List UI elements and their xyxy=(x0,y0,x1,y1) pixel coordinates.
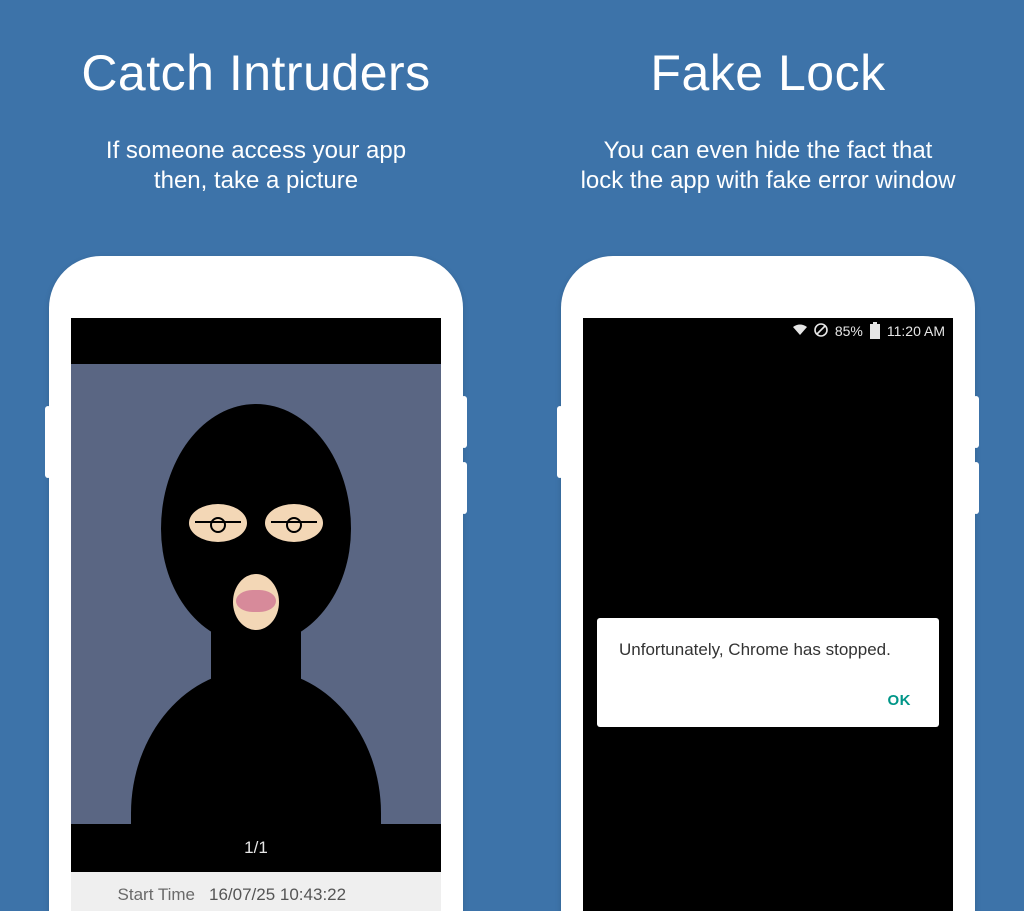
fake-error-dialog: Unfortunately, Chrome has stopped. OK xyxy=(597,618,939,727)
phone-volume-button xyxy=(973,462,979,514)
android-status-bar: 85% 11:20 AM xyxy=(583,318,953,344)
subhead-catch-intruders: If someone access your app then, take a … xyxy=(0,136,512,196)
intrusion-info: Start Time 16/07/25 10:43:22 End Time 16… xyxy=(71,872,441,911)
phone-screen-right: 85% 11:20 AM Unfortunately, Chrome has s… xyxy=(583,318,953,911)
phone-volume-button xyxy=(973,396,979,448)
feature-panel-catch-intruders: Catch Intruders If someone access your a… xyxy=(0,0,512,911)
phone-volume-button xyxy=(461,396,467,448)
phone-power-button xyxy=(557,406,563,478)
intruder-illustration xyxy=(126,404,386,824)
subhead-fake-lock: You can even hide the fact that lock the… xyxy=(512,136,1024,196)
headline-fake-lock: Fake Lock xyxy=(512,44,1024,102)
battery-icon xyxy=(870,324,880,339)
photo-pager: 1/1 xyxy=(71,830,441,872)
start-time-label: Start Time xyxy=(85,882,195,908)
status-clock: 11:20 AM xyxy=(887,323,945,339)
info-row-start: Start Time 16/07/25 10:43:22 xyxy=(85,882,427,908)
battery-percent: 85% xyxy=(835,323,863,339)
phone-screen-left: 1/1 Start Time 16/07/25 10:43:22 End Tim… xyxy=(71,318,441,911)
phone-mockup-right: 85% 11:20 AM Unfortunately, Chrome has s… xyxy=(561,256,975,911)
dialog-message: Unfortunately, Chrome has stopped. xyxy=(619,640,917,660)
wifi-icon xyxy=(793,324,807,338)
no-sim-icon xyxy=(814,323,828,339)
phone-mockup-left: 1/1 Start Time 16/07/25 10:43:22 End Tim… xyxy=(49,256,463,911)
headline-catch-intruders: Catch Intruders xyxy=(0,44,512,102)
phone-volume-button xyxy=(461,462,467,514)
phone-power-button xyxy=(45,406,51,478)
feature-panel-fake-lock: Fake Lock You can even hide the fact tha… xyxy=(512,0,1024,911)
start-time-value: 16/07/25 10:43:22 xyxy=(209,882,346,908)
intruder-photo xyxy=(71,364,441,824)
dialog-ok-button[interactable]: OK xyxy=(882,686,918,715)
